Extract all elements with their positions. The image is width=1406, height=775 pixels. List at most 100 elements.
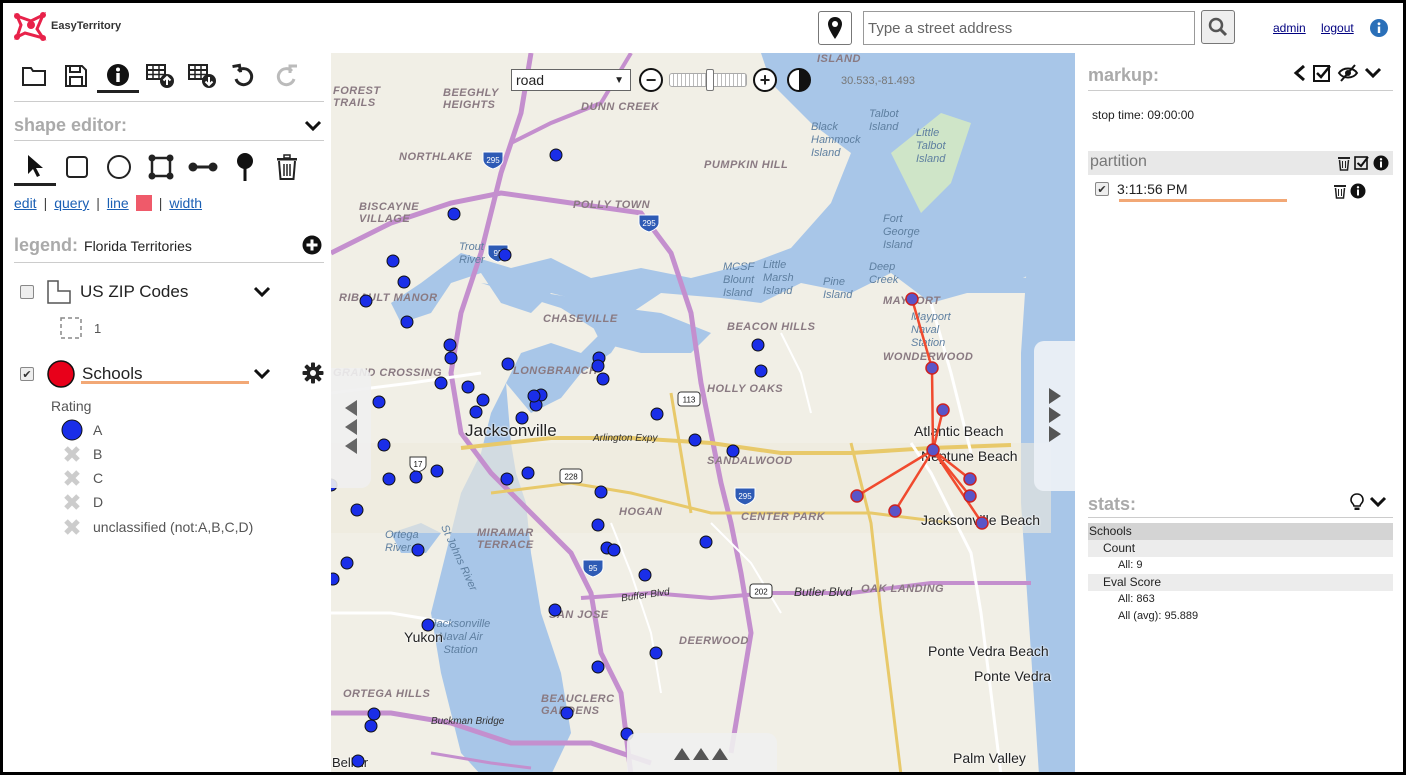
circle-tool[interactable] [98, 148, 140, 186]
rating-label: unclassified (not:A,B,C,D) [93, 519, 254, 535]
table-download-button[interactable] [181, 59, 223, 93]
school-point [461, 380, 475, 394]
undo-button[interactable] [223, 59, 265, 93]
chevron-down-icon[interactable] [1364, 66, 1382, 80]
separator: | [96, 195, 100, 211]
zoom-in-button[interactable]: + [753, 68, 777, 92]
info-icon[interactable] [1373, 155, 1389, 171]
save-icon [65, 65, 87, 87]
width-link[interactable]: width [169, 195, 202, 211]
query-link[interactable]: query [54, 195, 89, 211]
table-upload-button[interactable] [139, 59, 181, 93]
help-info-button[interactable] [1370, 19, 1388, 42]
check-square-icon[interactable] [1354, 155, 1370, 171]
chevron-down-icon[interactable] [1369, 495, 1387, 509]
gear-icon[interactable] [302, 362, 324, 384]
layer-checkbox[interactable]: ✔ [20, 367, 34, 381]
zoom-slider[interactable] [669, 69, 747, 91]
eye-slash-icon[interactable] [1337, 63, 1359, 83]
line-color-swatch[interactable] [135, 195, 152, 211]
logout-link[interactable]: logout [1321, 21, 1354, 35]
add-layer-icon[interactable] [302, 235, 322, 255]
basemap-select[interactable]: road ▼ [511, 69, 631, 91]
locate-button[interactable] [818, 11, 852, 45]
partition-title: partition [1090, 153, 1147, 170]
partition-item-label[interactable]: 3:11:56 PM [1117, 181, 1188, 197]
school-points-layer [331, 148, 989, 768]
school-point [596, 372, 610, 386]
zoom-slider-handle[interactable] [706, 69, 714, 91]
polygon-icon [148, 154, 174, 180]
chevron-down-icon[interactable] [253, 286, 271, 298]
school-point [498, 248, 512, 262]
school-point [521, 466, 535, 480]
school-point [421, 618, 435, 632]
select-tool[interactable] [14, 148, 56, 186]
chevron-down-icon[interactable] [304, 120, 322, 132]
trash-icon[interactable] [1333, 183, 1347, 199]
stop-time-text: stop time: 09:00:00 [1092, 108, 1195, 122]
legend-title: legend: [14, 235, 79, 255]
address-search-input[interactable] [863, 11, 1195, 45]
edit-link[interactable]: edit [14, 195, 37, 211]
school-point [382, 472, 396, 486]
divider [14, 262, 324, 263]
chevron-up-icon [674, 748, 728, 760]
route-lines [856, 298, 984, 524]
selected-school-point [963, 489, 977, 503]
logo[interactable]: EasyTerritory [13, 11, 121, 41]
right-panel: markup: stop time: 09:00:00 partition ✔ … [1075, 53, 1403, 772]
redo-button[interactable] [265, 59, 307, 93]
markup-toolbar [1293, 63, 1382, 83]
school-point [359, 294, 373, 308]
delete-tool[interactable] [266, 148, 308, 186]
school-point [751, 338, 765, 352]
separator: | [43, 195, 48, 211]
trash-icon [277, 154, 297, 180]
collapse-left-panel-button[interactable] [331, 368, 371, 488]
shape-editor-tools [14, 148, 308, 186]
save-button[interactable] [55, 59, 97, 93]
line-tool[interactable] [182, 148, 224, 186]
header: EasyTerritory admin logout [3, 3, 1403, 53]
table-upload-icon [146, 64, 174, 88]
rating-row-d: D [61, 493, 103, 511]
rectangle-tool[interactable] [56, 148, 98, 186]
chevron-down-icon[interactable] [253, 368, 271, 380]
map-view[interactable]: 295 295 95 113 228 17 295 95 202 FOREST … [331, 53, 1075, 772]
line-icon [188, 162, 218, 172]
info-tool-button[interactable] [97, 59, 139, 93]
stats-count-all: All: 9 [1118, 559, 1143, 571]
check-square-icon[interactable] [1312, 63, 1332, 83]
zoom-out-button[interactable]: − [639, 68, 663, 92]
school-point [527, 389, 541, 403]
school-point [688, 433, 702, 447]
open-button[interactable] [13, 59, 55, 93]
school-point [594, 485, 608, 499]
info-icon[interactable] [1350, 183, 1366, 199]
admin-link[interactable]: admin [1273, 21, 1306, 35]
stats-layer-row: Schools [1088, 523, 1393, 540]
chevron-left-icon[interactable] [1293, 64, 1307, 82]
expand-bottom-panel-button[interactable] [627, 733, 777, 772]
polygon-tool[interactable] [140, 148, 182, 186]
trash-icon[interactable] [1337, 155, 1351, 171]
collapse-right-panel-button[interactable] [1034, 341, 1075, 491]
layer-checkbox[interactable] [20, 285, 34, 299]
line-link[interactable]: line [107, 195, 129, 211]
search-button[interactable] [1201, 10, 1235, 44]
stats-title: stats: [1088, 494, 1137, 514]
zip-legend-item: 1 [60, 317, 101, 339]
school-point [444, 351, 458, 365]
school-point [351, 754, 365, 768]
school-point [469, 405, 483, 419]
school-point [649, 646, 663, 660]
partition-item-checkbox[interactable]: ✔ [1095, 182, 1109, 196]
lightbulb-icon[interactable] [1350, 493, 1364, 511]
map-pin-icon [237, 153, 253, 181]
contrast-toggle-button[interactable] [787, 68, 811, 92]
school-point [434, 376, 448, 390]
rating-label: B [93, 446, 103, 462]
pin-tool[interactable] [224, 148, 266, 186]
layer-name[interactable]: US ZIP Codes [80, 282, 188, 302]
